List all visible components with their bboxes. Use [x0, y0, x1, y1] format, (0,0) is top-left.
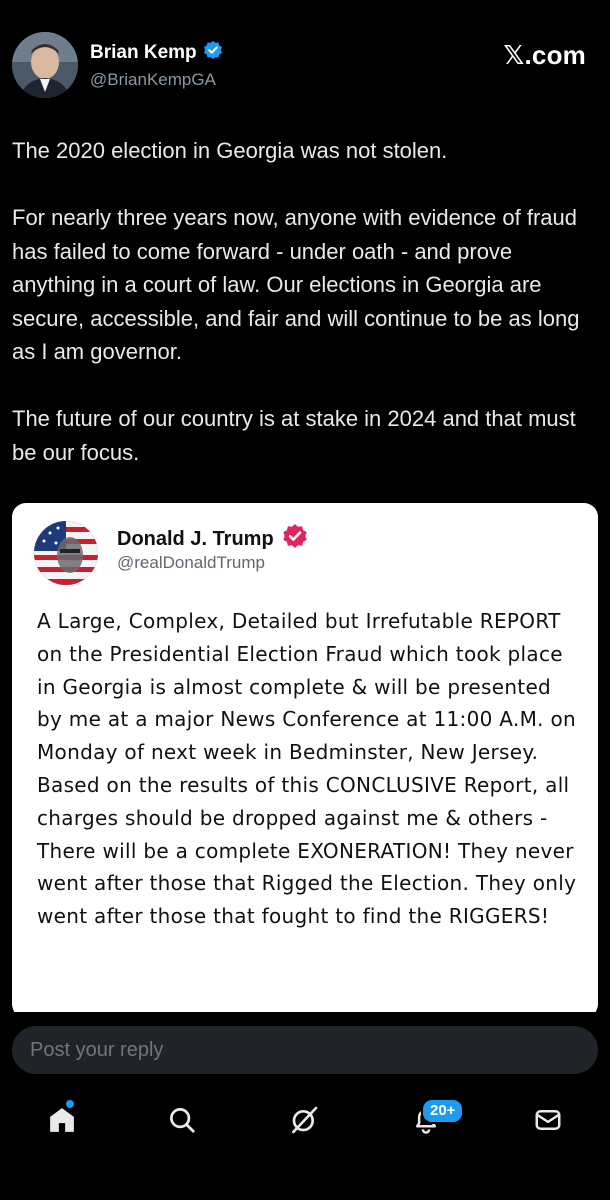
author-name[interactable]: Brian Kemp	[90, 40, 223, 66]
grok-icon[interactable]	[282, 1098, 326, 1142]
home-unread-dot	[66, 1100, 74, 1108]
quoted-author-name-text: Donald J. Trump	[117, 527, 274, 550]
search-icon[interactable]	[160, 1098, 204, 1142]
quoted-avatar	[34, 521, 98, 585]
quoted-post-text: A Large, Complex, Detailed but Irrefutab…	[37, 609, 577, 929]
post-text: The 2020 election in Georgia was not sto…	[12, 134, 598, 503]
reply-input[interactable]	[12, 1026, 598, 1074]
author-name-text: Brian Kemp	[90, 42, 197, 63]
verified-badge-icon	[282, 523, 308, 555]
post-paragraph: The future of our country is at stake in…	[12, 406, 576, 465]
avatar[interactable]	[12, 32, 78, 98]
quoted-post-image[interactable]: Donald J. Trump @realDonaldTrump A Large…	[12, 503, 598, 1018]
notifications-badge: 20+	[421, 1098, 465, 1124]
messages-icon[interactable]	[526, 1098, 570, 1142]
post-paragraph: For nearly three years now, anyone with …	[12, 205, 580, 364]
site-label: 𝕏.com	[503, 40, 586, 70]
author-handle[interactable]: @BrianKempGA	[90, 70, 216, 90]
bottom-nav: 20+	[0, 1080, 610, 1160]
post-author-header: Brian Kemp @BrianKempGA 𝕏.com	[12, 30, 598, 100]
quoted-author-name: Donald J. Trump	[117, 523, 308, 555]
post-screen: Brian Kemp @BrianKempGA 𝕏.com The 2020 e…	[0, 0, 610, 1200]
post-paragraph: The 2020 election in Georgia was not sto…	[12, 138, 448, 163]
verified-badge-icon	[203, 40, 223, 66]
quoted-author-handle: @realDonaldTrump	[117, 553, 265, 572]
home-icon[interactable]	[40, 1098, 84, 1142]
